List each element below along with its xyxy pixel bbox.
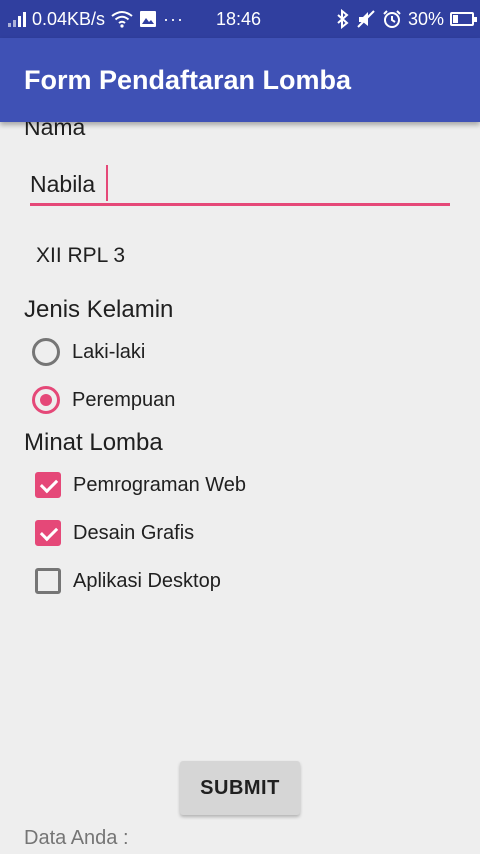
status-left: 0.04KB/s ···: [8, 0, 184, 38]
alarm-icon: [383, 10, 401, 28]
wifi-icon: [111, 11, 133, 28]
clock: 18:46: [216, 9, 262, 29]
radio-label: Perempuan: [72, 388, 176, 411]
radio-button-selected-icon[interactable]: [32, 386, 60, 414]
text-cursor: [106, 165, 108, 201]
checkbox-pemrograman-web[interactable]: Pemrograman Web: [32, 472, 246, 498]
checkbox-checked-icon[interactable]: [35, 472, 61, 498]
battery-percent: 30%: [407, 8, 444, 29]
image-icon: [140, 11, 157, 27]
checkbox-desain-grafis[interactable]: Desain Grafis: [32, 520, 194, 546]
checkbox-label: Aplikasi Desktop: [73, 569, 221, 592]
mute-icon: [357, 10, 375, 28]
gender-label: Jenis Kelamin: [24, 296, 174, 323]
result-label: Data Anda :: [24, 827, 129, 849]
more-icon: ···: [163, 8, 185, 29]
app-bar: Form Pendaftaran Lomba: [0, 38, 480, 122]
checkbox-unchecked-icon[interactable]: [35, 568, 61, 594]
minat-label: Minat Lomba: [24, 429, 163, 456]
bluetooth-icon: [337, 9, 349, 29]
radio-button-icon[interactable]: [32, 338, 60, 366]
network-speed: 0.04KB/s: [32, 8, 106, 29]
class-text: XII RPL 3: [36, 244, 126, 267]
checkbox-checked-icon[interactable]: [35, 520, 61, 546]
signal-icon: [8, 11, 26, 27]
checkbox-aplikasi-desktop[interactable]: Aplikasi Desktop: [32, 568, 221, 594]
status-bar: 0.04KB/s ··· 18:46 30%: [0, 0, 480, 38]
submit-button[interactable]: SUBMIT: [180, 761, 300, 815]
battery-icon: [450, 12, 477, 26]
radio-laki-laki[interactable]: Laki-laki: [32, 338, 145, 366]
app-title: Form Pendaftaran Lomba: [24, 65, 352, 95]
radio-perempuan[interactable]: Perempuan: [32, 386, 175, 414]
checkbox-label: Pemrograman Web: [73, 473, 247, 496]
radio-label: Laki-laki: [72, 340, 146, 363]
checkbox-label: Desain Grafis: [73, 521, 195, 544]
name-input[interactable]: [30, 166, 450, 206]
status-right: 30%: [336, 0, 477, 38]
